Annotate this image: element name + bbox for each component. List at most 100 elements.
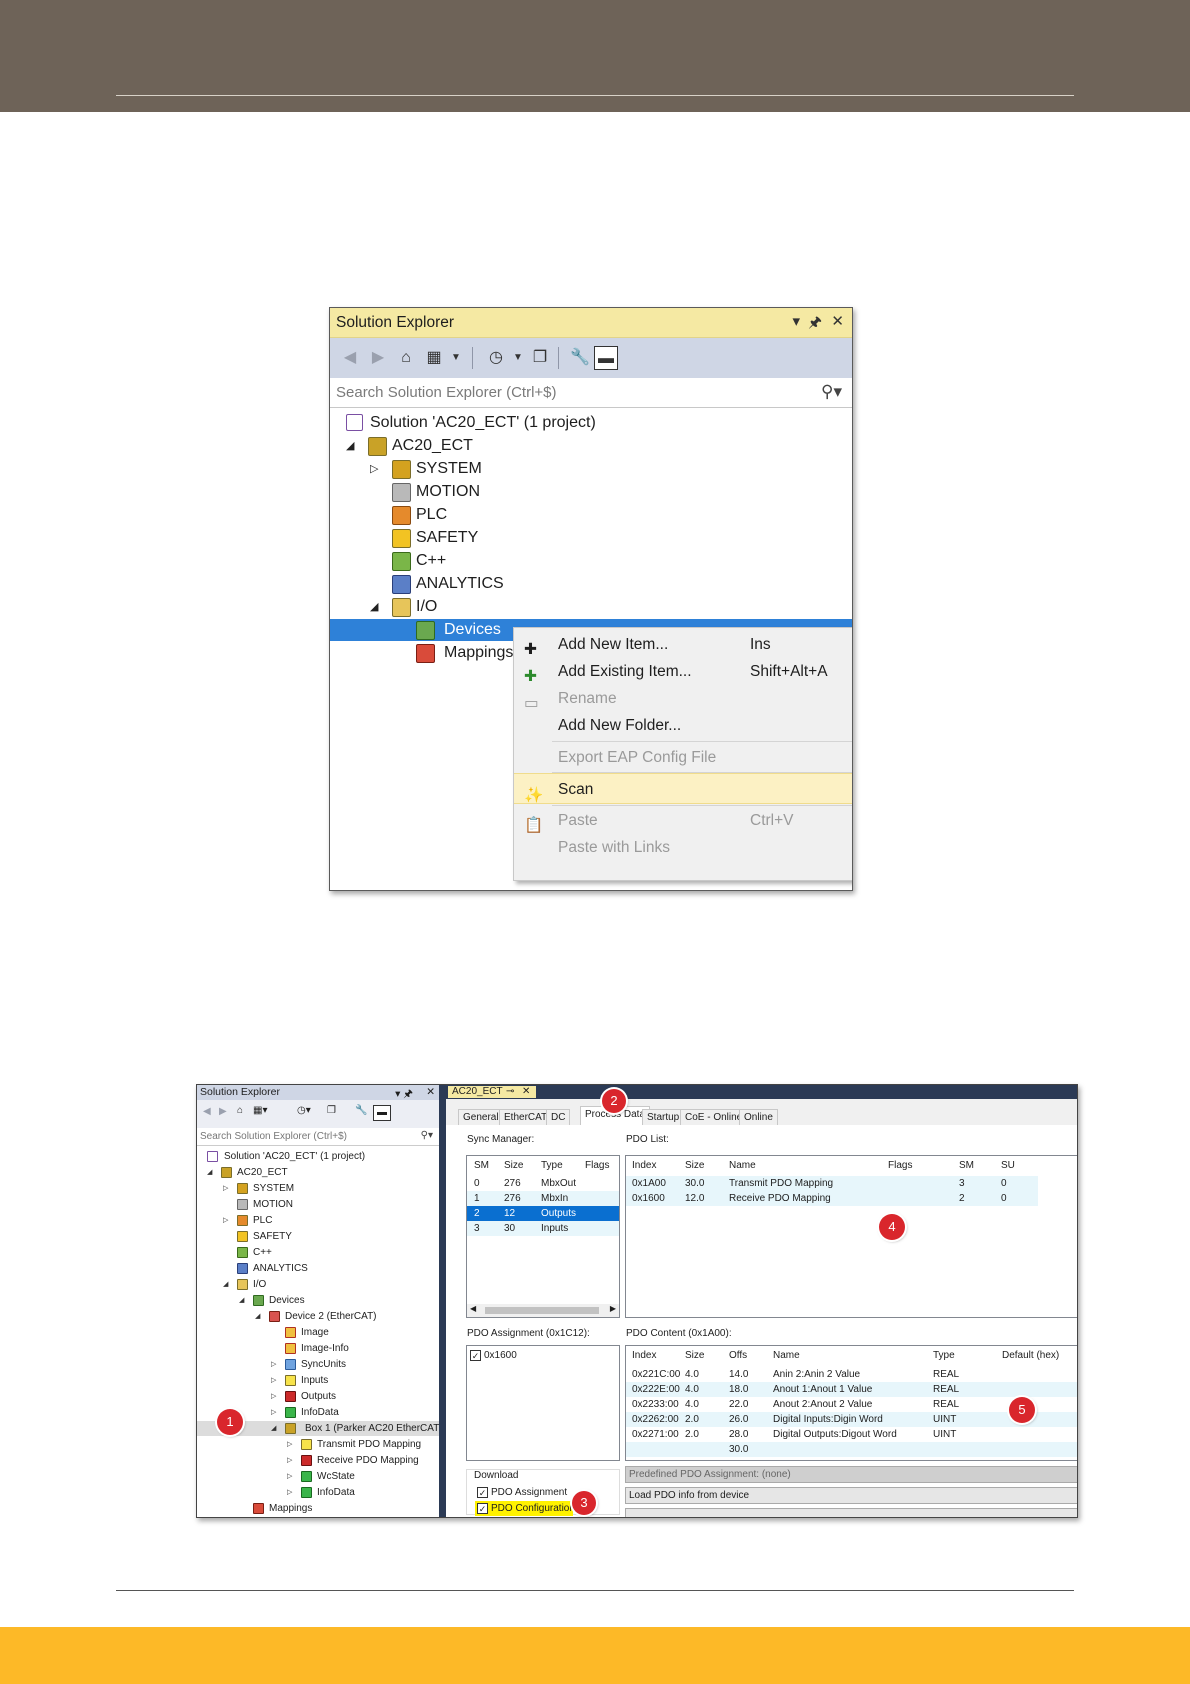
collapsed-icon[interactable]: ▷ <box>287 1437 292 1452</box>
close-icon[interactable]: ✕ <box>426 1086 435 1098</box>
close-icon[interactable]: ✕ <box>831 312 844 330</box>
table-row[interactable]: 30.0 <box>626 1442 1077 1457</box>
collapsed-icon[interactable]: ▷ <box>271 1357 276 1372</box>
collapse-all-icon[interactable]: ❐ <box>327 1105 336 1116</box>
checkbox[interactable]: ✓ <box>477 1487 488 1498</box>
column-header: Flags <box>888 1160 913 1171</box>
pin-icon[interactable]: ⊸ <box>506 1086 514 1098</box>
collapsed-icon[interactable]: ▷ <box>223 1181 228 1196</box>
menu-item-scan[interactable]: ✨ Scan <box>514 773 852 804</box>
predefined-pdo-assignment-select[interactable]: Predefined PDO Assignment: (none) <box>625 1466 1077 1483</box>
expanded-icon[interactable]: ◢ <box>370 596 378 618</box>
back-icon[interactable]: ◀ <box>203 1106 211 1117</box>
chevron-down-icon[interactable]: ▼ <box>444 346 468 370</box>
properties-wrench-icon[interactable]: 🔧 <box>568 346 592 370</box>
pending-changes-icon[interactable]: ◷ <box>484 346 508 370</box>
infodata-icon <box>301 1487 312 1498</box>
context-menu: ✚ Add New Item... Ins ✚ Add Existing Ite… <box>513 627 852 881</box>
pdo-assignment-list: ✓ 0x1600 <box>466 1345 620 1461</box>
collapsed-icon[interactable]: ▷ <box>223 1213 228 1228</box>
table-row[interactable]: 0x1A00 30.0 Transmit PDO Mapping 3 0 <box>626 1176 1038 1191</box>
menu-item-rename[interactable]: ▭ Rename <box>514 685 852 712</box>
checkbox[interactable]: ✓ <box>477 1503 488 1514</box>
switch-views-icon[interactable]: ▦▾ <box>253 1105 267 1116</box>
horizontal-scrollbar[interactable]: ◀ ▶ <box>467 1304 619 1317</box>
callout-badge: 3 <box>572 1491 596 1515</box>
preview-toggle-icon[interactable]: ▬ <box>373 1105 391 1121</box>
search-icon[interactable]: ⚲▾ <box>421 1130 433 1141</box>
search-input[interactable]: Search Solution Explorer (Ctrl+$) ⚲▾ <box>330 378 852 408</box>
collapsed-icon[interactable]: ▷ <box>271 1389 276 1404</box>
tab-ethercat[interactable]: EtherCAT <box>499 1109 553 1125</box>
table-row[interactable]: 1 276 MbxIn <box>467 1191 619 1206</box>
collapsed-icon[interactable]: ▷ <box>271 1373 276 1388</box>
list-item[interactable]: ✓ 0x1600 <box>467 1348 619 1363</box>
table-row[interactable]: 3 30 Inputs <box>467 1221 619 1236</box>
table-row[interactable]: 0x222E:00 4.0 18.0 Anout 1:Anout 1 Value REA… <box>626 1382 1077 1397</box>
table-row[interactable]: 0x2271:00 2.0 28.0 Digital Outputs:Digout W… <box>626 1427 1077 1442</box>
tab-coe-online[interactable]: CoE - Online <box>680 1109 748 1125</box>
scrollbar-thumb[interactable] <box>485 1307 599 1314</box>
collapsed-icon[interactable]: ▷ <box>287 1453 292 1468</box>
scroll-left-icon[interactable]: ◀ <box>470 1304 476 1313</box>
tab-online[interactable]: Online <box>739 1109 778 1125</box>
table-row[interactable]: 0 276 MbxOut <box>467 1176 619 1191</box>
chevron-down-icon[interactable]: ▼ <box>506 346 530 370</box>
menu-item-paste-with-links[interactable]: Paste with Links <box>514 834 852 861</box>
back-icon[interactable]: ◀ <box>338 346 362 370</box>
tab-general[interactable]: General <box>458 1109 504 1125</box>
close-icon[interactable]: ✕ <box>522 1086 530 1098</box>
home-icon[interactable]: ⌂ <box>394 346 418 370</box>
tab-dc[interactable]: DC <box>546 1109 571 1125</box>
column-header: Type <box>933 1350 955 1361</box>
expanded-icon[interactable]: ◢ <box>346 435 354 457</box>
devices-icon <box>416 621 435 640</box>
menu-item-paste[interactable]: 📋 Paste Ctrl+V <box>514 807 852 834</box>
search-input[interactable]: Search Solution Explorer (Ctrl+$) ⚲▾ <box>197 1128 439 1146</box>
search-icon[interactable]: ⚲▾ <box>821 382 842 402</box>
table-row[interactable]: 0x1600 12.0 Receive PDO Mapping 2 0 <box>626 1191 1038 1206</box>
switch-views-icon[interactable]: ▦ <box>422 346 446 370</box>
inputs-icon <box>285 1375 296 1386</box>
solution-explorer-title-bar: Solution Explorer ▾ 🖈 ✕ <box>330 308 852 338</box>
devices-icon <box>253 1295 264 1306</box>
menu-item-add-existing-item[interactable]: ✚ Add Existing Item... Shift+Alt+A <box>514 658 852 685</box>
expanded-icon[interactable]: ◢ <box>271 1421 276 1436</box>
table-row[interactable]: 2 12 Outputs <box>467 1206 619 1221</box>
sync-unit-assignment-button[interactable] <box>625 1508 1077 1517</box>
column-header: Flags <box>585 1160 610 1171</box>
forward-icon[interactable]: ▶ <box>366 346 390 370</box>
menu-item-add-new-item[interactable]: ✚ Add New Item... Ins <box>514 631 852 658</box>
pdo-configuration-option[interactable]: ✓ PDO Configuration <box>475 1501 575 1516</box>
pdo-assignment-option[interactable]: ✓ PDO Assignment <box>467 1485 619 1500</box>
callout-badge: 1 <box>217 1409 243 1435</box>
expanded-icon[interactable]: ◢ <box>239 1293 244 1308</box>
collapsed-icon[interactable]: ▷ <box>287 1469 292 1484</box>
load-pdo-info-button[interactable]: Load PDO info from device <box>625 1487 1077 1504</box>
properties-wrench-icon[interactable]: 🔧 <box>355 1105 367 1116</box>
menu-item-export-eap[interactable]: Export EAP Config File <box>514 744 852 771</box>
expanded-icon[interactable]: ◢ <box>255 1309 260 1324</box>
magic-wand-icon: ✨ <box>524 787 544 804</box>
menu-item-add-new-folder[interactable]: Add New Folder... <box>514 712 852 739</box>
tab-startup[interactable]: Startup <box>642 1109 685 1125</box>
expanded-icon[interactable]: ◢ <box>207 1165 212 1180</box>
column-header: SU <box>1001 1160 1015 1171</box>
rename-icon: ▭ <box>524 695 539 712</box>
preview-toggle-icon[interactable]: ▬ <box>594 346 618 370</box>
scroll-right-icon[interactable]: ▶ <box>610 1304 616 1313</box>
pending-changes-icon[interactable]: ◷▾ <box>297 1105 311 1116</box>
collapsed-icon[interactable]: ▷ <box>271 1405 276 1420</box>
pin-icon[interactable]: 🖈 <box>808 312 822 337</box>
checkbox[interactable]: ✓ <box>470 1350 481 1361</box>
forward-icon[interactable]: ▶ <box>219 1106 227 1117</box>
collapsed-icon[interactable]: ▷ <box>287 1485 292 1500</box>
expanded-icon[interactable]: ◢ <box>223 1277 228 1292</box>
home-icon[interactable]: ⌂ <box>237 1105 243 1116</box>
document-tab[interactable]: AC20_ECT ⊸ ✕ <box>448 1086 536 1098</box>
collapsed-icon[interactable]: ▷ <box>370 458 378 480</box>
pdo-list: Index Size Name Flags SM SU 0x1A00 30.0 Tr… <box>625 1155 1077 1318</box>
table-row[interactable]: 0x221C:00 4.0 14.0 Anin 2:Anin 2 Value REAL <box>626 1367 1077 1382</box>
dropdown-icon[interactable]: ▾ <box>792 312 800 330</box>
collapse-all-icon[interactable]: ❐ <box>528 346 552 370</box>
